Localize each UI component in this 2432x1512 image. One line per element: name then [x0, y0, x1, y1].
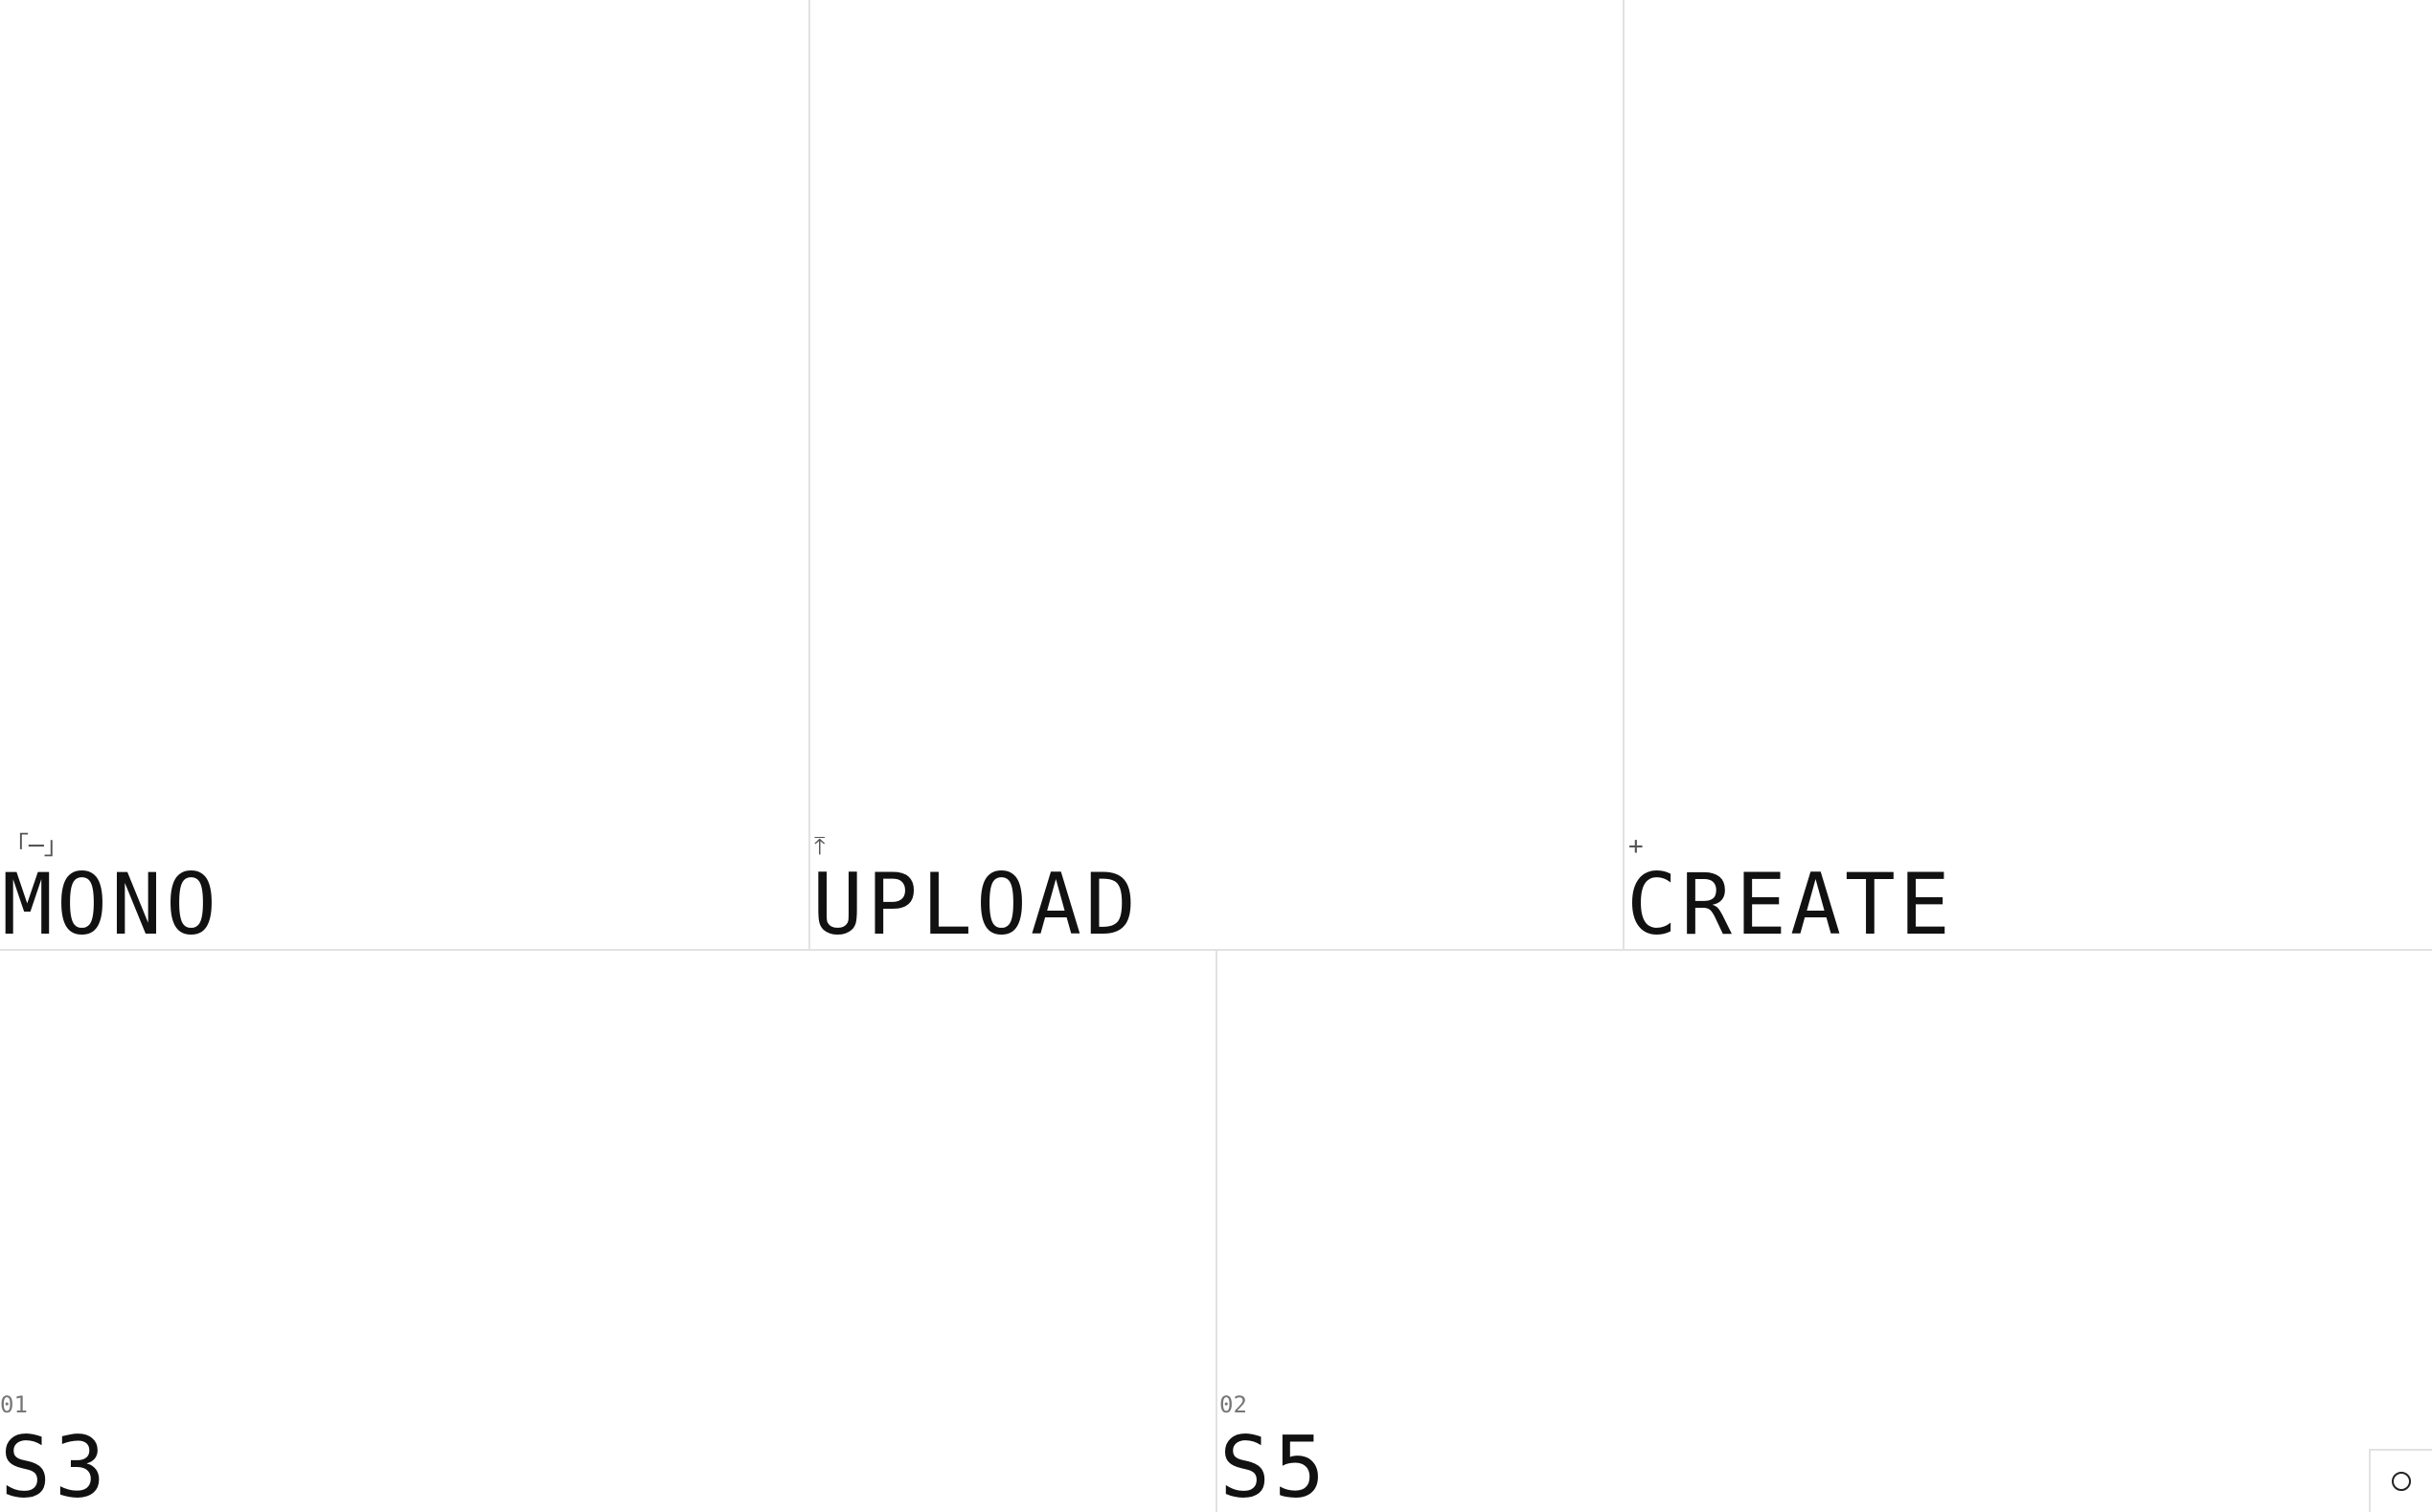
tile-number: 02 [1219, 1391, 1247, 1418]
circle-icon [2392, 1472, 2411, 1491]
tile-caption: + CREATE [1626, 832, 1954, 949]
tile-upload[interactable]: ⤒ UPLOAD [808, 0, 1623, 949]
tile-label-upload: UPLOAD [812, 855, 1140, 949]
tile-caption: ⤒ UPLOAD [812, 832, 1140, 949]
tile-s3[interactable]: 01 S3 [0, 951, 1216, 1512]
tile-label-create: CREATE [1626, 855, 1954, 949]
tile-number: 01 [0, 1391, 28, 1418]
tile-label-mono: MONO [2, 855, 220, 949]
top-tile-row: 「─」 MONO ⤒ UPLOAD + CREATE [0, 0, 2432, 951]
tile-mono[interactable]: 「─」 MONO [0, 0, 808, 949]
bottom-tile-row: 01 S3 02 S5 [0, 951, 2432, 1512]
tile-label-s5: S5 [1219, 1418, 1329, 1512]
tile-caption: 01 S3 [0, 1391, 109, 1512]
tile-label-s3: S3 [0, 1418, 109, 1512]
tile-create[interactable]: + CREATE [1623, 0, 2432, 949]
tile-caption: 「─」 MONO [2, 832, 220, 949]
tile-s5[interactable]: 02 S5 [1216, 951, 2432, 1512]
mode-toggle-button[interactable] [2369, 1449, 2432, 1512]
tile-caption: 02 S5 [1219, 1391, 1329, 1512]
